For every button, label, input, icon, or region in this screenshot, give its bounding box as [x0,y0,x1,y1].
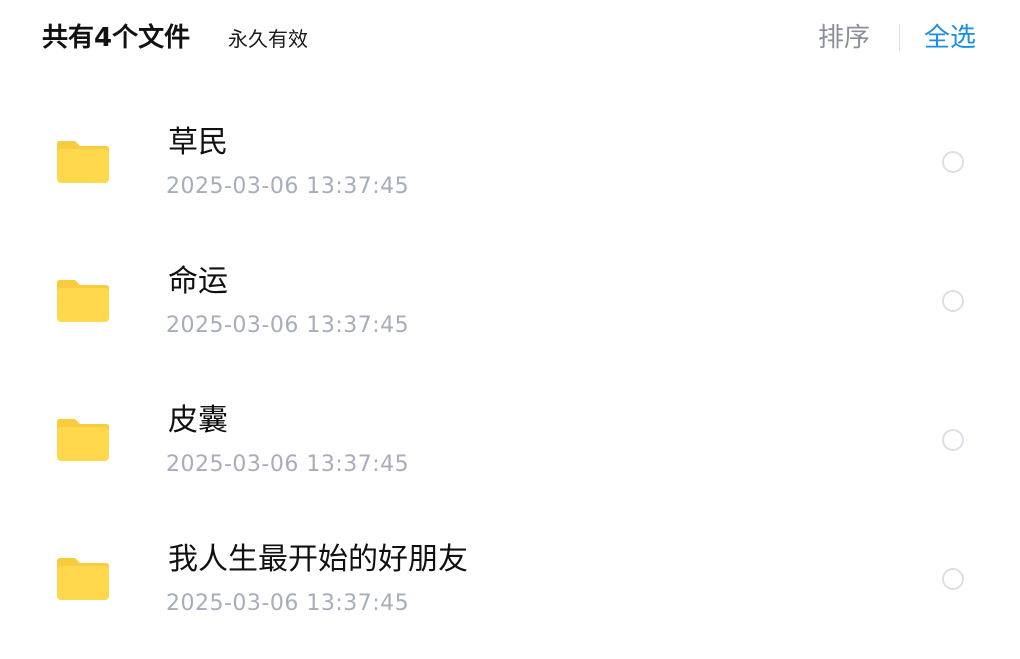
file-row[interactable]: 皮囊 2025-03-06 13:37:45 [0,370,1020,509]
sort-button[interactable]: 排序 [818,21,870,55]
folder-icon [56,138,110,184]
file-timestamp: 2025-03-06 13:37:45 [166,452,410,477]
header-bar: 共有4个文件 永久有效 排序 全选 [0,0,1020,78]
file-timestamp: 2025-03-06 13:37:45 [166,313,410,338]
file-name: 皮囊 [168,403,228,438]
folder-icon [56,416,110,462]
file-row[interactable]: 草民 2025-03-06 13:37:45 [0,92,1020,231]
file-timestamp: 2025-03-06 13:37:45 [166,174,410,199]
file-name: 草民 [168,125,228,160]
file-select-radio[interactable] [942,290,964,312]
validity-label: 永久有效 [228,27,308,51]
file-timestamp: 2025-03-06 13:37:45 [166,591,410,616]
select-all-button[interactable]: 全选 [924,21,976,55]
file-select-radio[interactable] [942,568,964,590]
file-name: 命运 [168,264,228,299]
file-row[interactable]: 命运 2025-03-06 13:37:45 [0,231,1020,370]
folder-icon [56,555,110,601]
file-list: 草民 2025-03-06 13:37:45 命运 2025-03-06 13:… [0,92,1020,648]
file-select-radio[interactable] [942,429,964,451]
file-name: 我人生最开始的好朋友 [168,542,468,577]
file-select-radio[interactable] [942,151,964,173]
header-divider [899,24,900,51]
folder-icon [56,277,110,323]
file-row[interactable]: 我人生最开始的好朋友 2025-03-06 13:37:45 [0,509,1020,648]
file-count-label: 共有4个文件 [42,23,191,53]
